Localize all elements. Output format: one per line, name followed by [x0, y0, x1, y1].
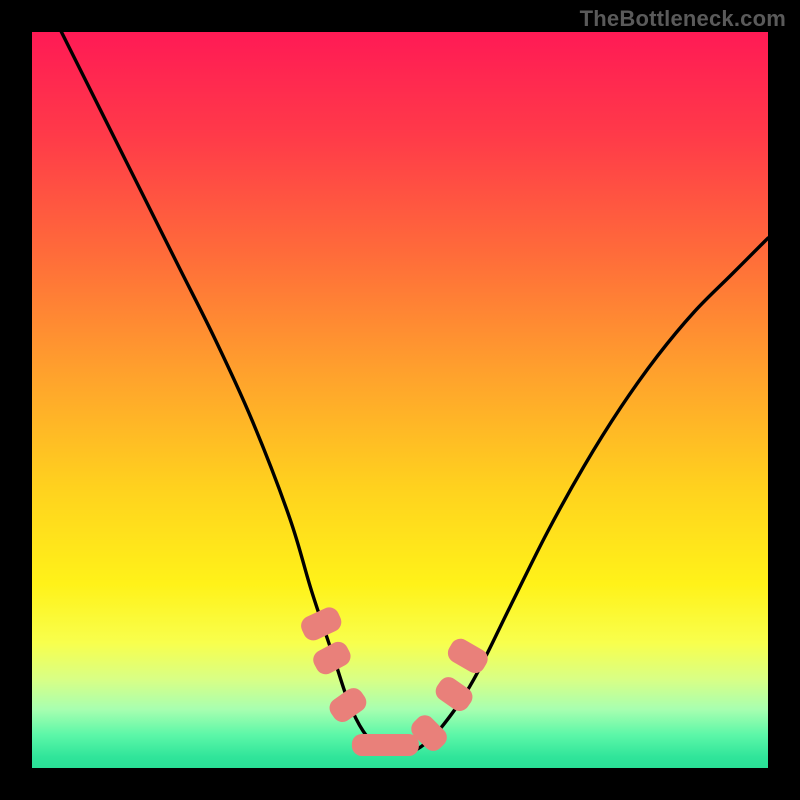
bottleneck-curve — [32, 32, 768, 768]
watermark-label: TheBottleneck.com — [580, 6, 786, 32]
plot-area — [32, 32, 768, 768]
chart-frame: TheBottleneck.com — [0, 0, 800, 800]
curve-marker — [352, 734, 418, 756]
